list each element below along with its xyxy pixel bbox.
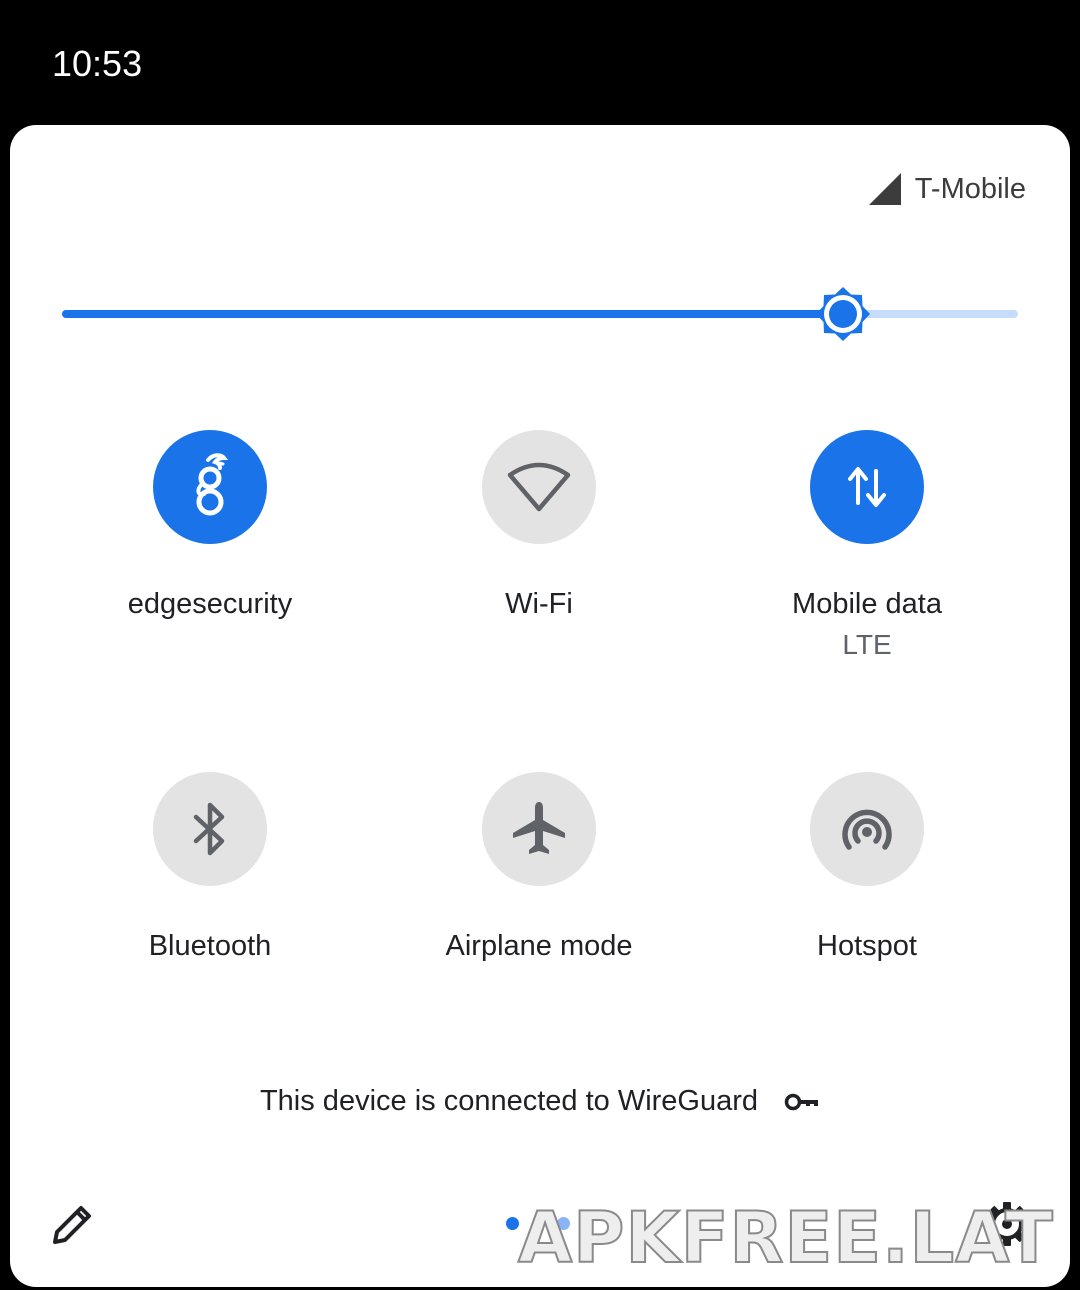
tile-wifi[interactable]: Wi-Fi — [389, 430, 689, 622]
bluetooth-icon — [193, 802, 225, 856]
status-bar: 10:53 — [0, 0, 1080, 125]
key-icon — [784, 1093, 819, 1110]
tile-wifi-toggle[interactable] — [482, 430, 596, 544]
tile-bluetooth-toggle[interactable] — [153, 772, 267, 886]
carrier-name: T-Mobile — [914, 172, 1026, 205]
tile-vpn-toggle[interactable] — [153, 430, 267, 544]
signal-icon — [868, 173, 901, 205]
tile-vpn[interactable]: edgesecurity — [60, 430, 360, 622]
wifi-icon — [507, 462, 571, 512]
carrier-info: T-Mobile — [867, 171, 1026, 207]
watermark: APKFREE.LAT — [517, 1197, 1054, 1279]
brightness-icon[interactable] — [814, 285, 872, 343]
tile-airplane[interactable]: Airplane mode — [389, 772, 689, 964]
tile-hotspot-toggle[interactable] — [810, 772, 924, 886]
tile-hotspot[interactable]: Hotspot — [717, 772, 1017, 964]
wireguard-icon — [196, 453, 229, 516]
tile-mobile-data-label: Mobile data — [792, 588, 942, 620]
hotspot-icon — [842, 809, 892, 850]
mobile-data-icon — [848, 467, 886, 507]
tile-mobile-data-toggle[interactable] — [810, 430, 924, 544]
tile-airplane-label: Airplane mode — [445, 930, 633, 962]
tile-mobile-data[interactable]: Mobile data LTE — [717, 430, 1017, 662]
tile-hotspot-label: Hotspot — [817, 930, 917, 962]
tile-airplane-toggle[interactable] — [482, 772, 596, 886]
vpn-status-text[interactable]: This device is connected to WireGuard — [260, 1085, 758, 1118]
tile-bluetooth[interactable]: Bluetooth — [60, 772, 360, 964]
vpn-status-row[interactable]: This device is connected to WireGuard — [10, 1085, 1070, 1118]
tile-wifi-label: Wi-Fi — [505, 588, 573, 620]
tile-vpn-label: edgesecurity — [127, 588, 293, 620]
airplane-icon — [513, 802, 565, 854]
quick-settings-panel: T-Mobile edgesecurity Wi-Fi Mobile data … — [10, 125, 1070, 1287]
pencil-icon[interactable] — [50, 1201, 96, 1247]
brightness-track-fill — [62, 310, 844, 318]
tile-bluetooth-label: Bluetooth — [148, 930, 272, 962]
brightness-slider[interactable] — [62, 285, 1018, 345]
tile-mobile-data-sublabel: LTE — [842, 629, 892, 660]
clock: 10:53 — [52, 43, 143, 84]
